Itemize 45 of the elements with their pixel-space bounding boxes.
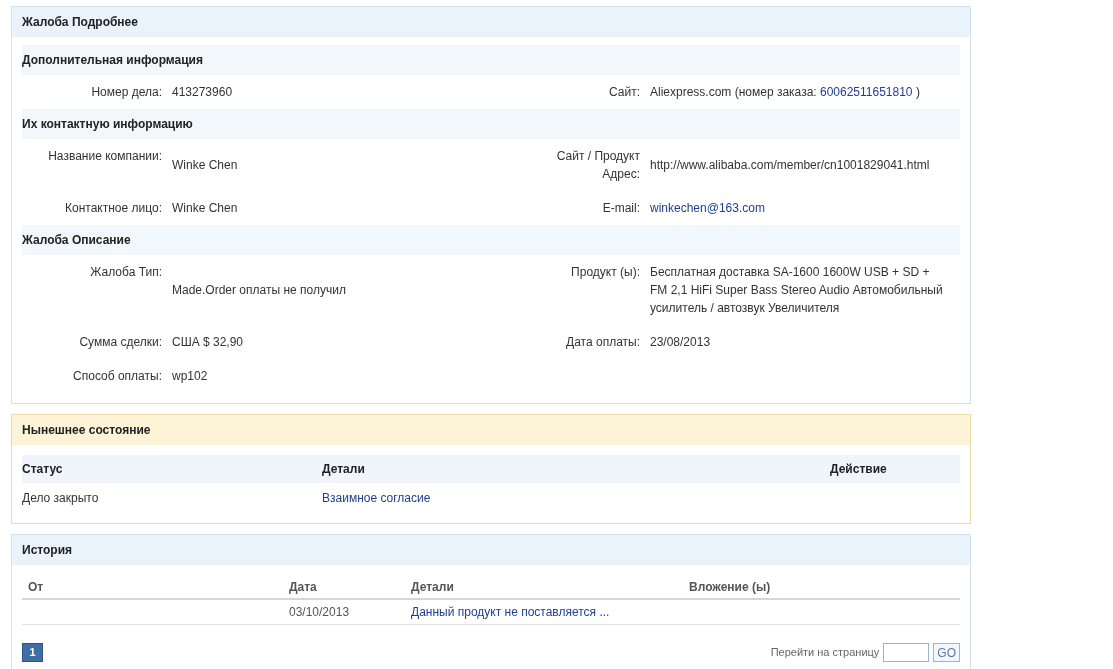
field-label: Контактное лицо:: [64, 200, 162, 217]
go-button[interactable]: GO: [933, 643, 960, 662]
column-header: От: [27, 578, 45, 596]
field-label: Дата оплаты:: [565, 334, 640, 351]
field-label: Название компании:: [47, 148, 162, 165]
column-header: Дата: [289, 578, 318, 596]
field-value: Бесплатная доставка SA-1600 1600W USB + SD + FM 2,1 HiFi Super Bass Stereo Audio Автомобильный усилитель / автозвук Увеличителя: [650, 264, 944, 317]
field-value: 23/08/2013: [650, 334, 712, 351]
field-label: Способ оплаты:: [72, 368, 162, 385]
field-value: США $ 32,90: [172, 334, 245, 351]
goto-label: Перейти на страницу: [770, 645, 880, 661]
column-header: Детали: [322, 461, 366, 478]
field-value: Made.Order оплаты не получил: [172, 282, 347, 299]
field-label: Сайт / Продукт Адрес:: [555, 148, 640, 183]
email-link[interactable]: winkechen@163.com: [650, 199, 765, 217]
field-value: Winke Chen: [172, 157, 239, 174]
field-label: Сумма сделки:: [78, 334, 162, 351]
panel-title: История: [12, 535, 970, 565]
column-header: Действие: [830, 461, 888, 478]
column-header: Детали: [411, 578, 455, 596]
field-label: Продукт (ы):: [570, 264, 640, 281]
field-label: E-mail:: [601, 200, 640, 217]
field-label: Жалоба Тип:: [89, 264, 162, 281]
field-value: http://www.alibaba.com/member/cn1001829041.html: [650, 157, 931, 174]
field-label: Сайт:: [608, 84, 640, 101]
panel-title: Нынешнее состояние: [12, 415, 970, 445]
column-header: Статус: [22, 461, 64, 478]
page-button[interactable]: 1: [22, 643, 43, 662]
details-link[interactable]: Данный продукт не поставляется ...: [411, 603, 610, 621]
field-value: Winke Chen: [172, 200, 239, 217]
order-number-link[interactable]: 60062511651810: [820, 83, 913, 101]
field-value: ): [914, 84, 920, 101]
field-value: 413273960: [172, 84, 234, 101]
panel-title: Жалоба Подробнее: [12, 7, 970, 37]
section-title: Дополнительная информация: [22, 45, 960, 75]
field-label: Номер дела:: [90, 84, 162, 101]
page-input[interactable]: [883, 643, 930, 662]
section-title: Их контактную информацию: [22, 109, 960, 139]
table-cell-text: Дело закрыто: [22, 490, 100, 507]
field-value: wp102: [172, 368, 209, 385]
section-title: Жалоба Описание: [22, 225, 960, 255]
column-header: Вложение (ы): [689, 578, 772, 596]
table-cell-text: 03/10/2013: [289, 604, 351, 621]
details-link[interactable]: Взаимное согласие: [322, 489, 431, 507]
field-value: Aliexpress.com (номер заказа:: [650, 84, 818, 101]
